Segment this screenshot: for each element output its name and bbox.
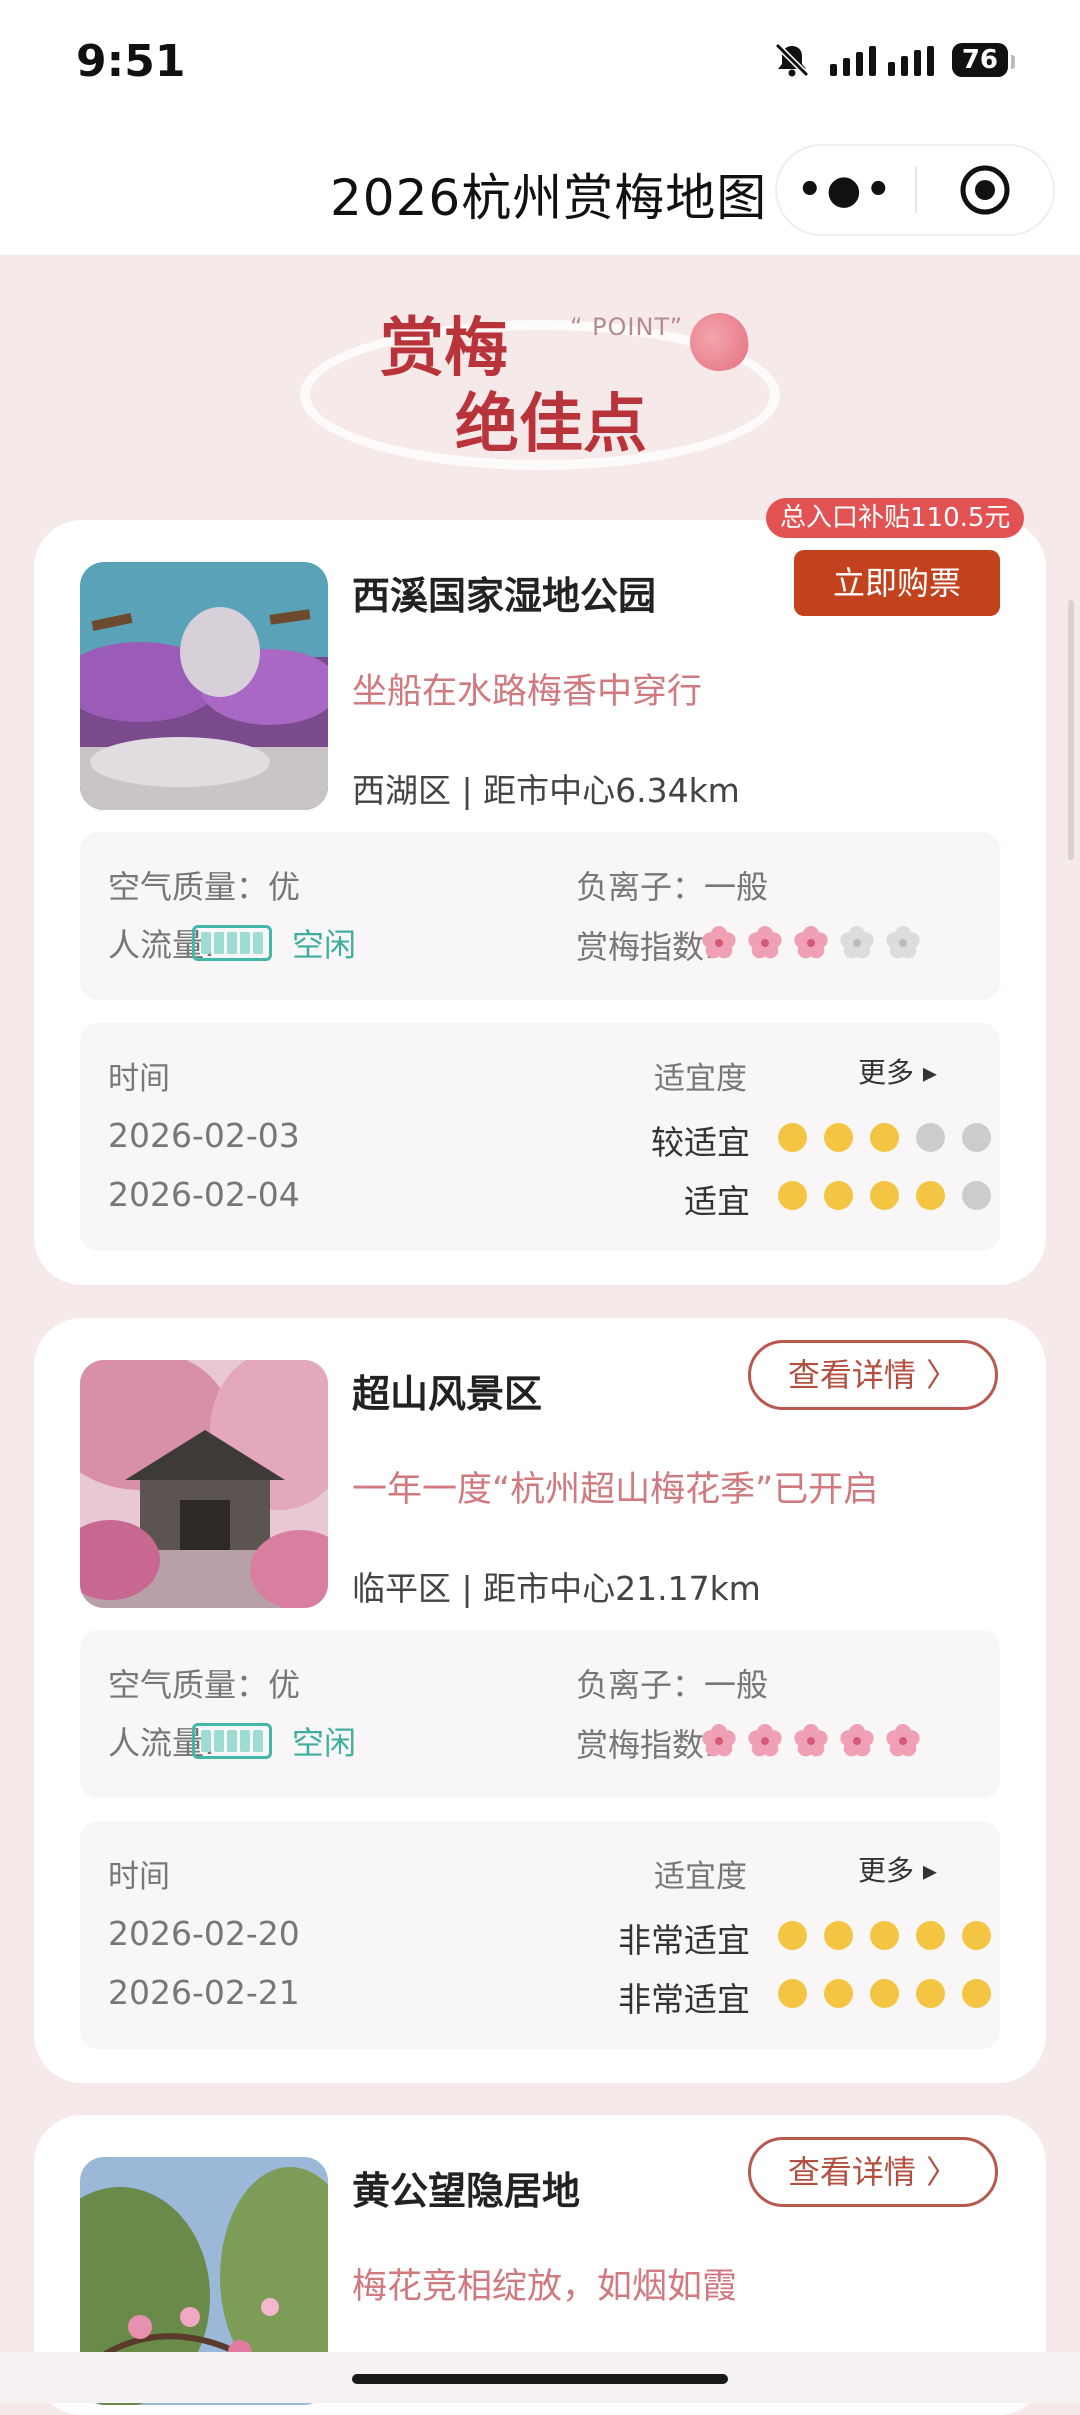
suitability-dot-filled — [962, 1921, 991, 1950]
signal-icon — [829, 44, 934, 76]
suitability-dots — [778, 1123, 991, 1152]
plum-index-rating — [700, 924, 922, 962]
suitability-dot-filled — [824, 1979, 853, 2008]
crowd-level-icon — [192, 925, 272, 961]
negative-ion: 负离子：一般 — [576, 1666, 769, 1704]
spot-thumbnail — [80, 562, 328, 810]
subsidy-badge: 总入口补贴110.5元 — [766, 498, 1025, 538]
page-title: 2026杭州赏梅地图 — [330, 169, 768, 227]
suitability-dot-filled — [870, 1979, 899, 2008]
suitability-dot-filled — [870, 1921, 899, 1950]
suitability-table: 时间 适宜度 更多 ▸ 2026-02-20 非常适宜 2026-02-21 非… — [80, 1821, 1000, 2049]
suitability-header: 适宜度 — [654, 1061, 747, 1097]
plum-blossom-icon-empty — [884, 924, 922, 962]
suitability-dots — [778, 1921, 991, 1950]
plum-blossom-icon-filled — [838, 1722, 876, 1760]
spot-name: 超山风景区 — [352, 1372, 543, 1416]
spot-location: 临平区 | 距市中心21.17km — [352, 1569, 761, 1608]
time-header: 时间 — [108, 1859, 170, 1895]
suitability-dot-filled — [870, 1123, 899, 1152]
spot-location: 西湖区 | 距市中心6.34km — [352, 771, 740, 810]
more-options-icon[interactable]: •●• — [777, 170, 915, 210]
row-level: 非常适宜 — [618, 1921, 750, 1960]
plum-blossom-icon-empty — [838, 924, 876, 962]
scrollbar[interactable] — [1068, 600, 1074, 860]
negative-ion: 负离子：一般 — [576, 868, 769, 906]
plum-blossom-icon-filled — [884, 1722, 922, 1760]
crowd-level-icon — [192, 1723, 272, 1759]
plum-blossom-icon-filled — [700, 924, 738, 962]
air-quality: 空气质量：优 — [108, 868, 301, 906]
suitability-dot-filled — [778, 1979, 807, 2008]
banner-point-label: “ POINT” — [570, 313, 684, 341]
spot-thumbnail — [80, 1360, 328, 1608]
section-banner: 赏梅 绝佳点 “ POINT” — [300, 285, 780, 485]
plum-blossom-icon-filled — [746, 924, 784, 962]
row-date: 2026-02-04 — [108, 1175, 300, 1214]
close-program-button[interactable] — [917, 163, 1053, 217]
plum-index-label: 赏梅指数: — [576, 928, 715, 966]
status-bar: 9:51 76 — [0, 0, 1080, 130]
suitability-dot-filled — [824, 1181, 853, 1210]
status-icons: 76 — [772, 40, 1016, 80]
suitability-header: 适宜度 — [654, 1859, 747, 1895]
row-level: 较适宜 — [651, 1123, 750, 1162]
suitability-dot-filled — [916, 1181, 945, 1210]
capsule-menu: •●• — [775, 144, 1055, 236]
row-date: 2026-02-20 — [108, 1914, 300, 1953]
suitability-dot-empty — [916, 1123, 945, 1152]
suitability-table: 时间 适宜度 更多 ▸ 2026-02-03 较适宜 2026-02-04 适宜 — [80, 1023, 1000, 1251]
suitability-dot-filled — [916, 1921, 945, 1950]
row-level: 适宜 — [684, 1182, 750, 1221]
banner-title-line2: 绝佳点 — [455, 387, 647, 462]
spot-description: 坐船在水路梅香中穿行 — [352, 672, 703, 712]
suitability-dot-filled — [824, 1921, 853, 1950]
view-details-button[interactable]: 查看详情 〉 — [748, 2137, 998, 2207]
row-date: 2026-02-21 — [108, 1973, 300, 2012]
plum-blossom-icon-filled — [700, 1722, 738, 1760]
time-header: 时间 — [108, 1061, 170, 1097]
suitability-dot-filled — [962, 1979, 991, 2008]
spot-card[interactable]: 总入口补贴110.5元 立即购票 西溪国家湿地公园 坐船在水路梅香中穿行 西湖区… — [34, 498, 1046, 1285]
suitability-dot-filled — [870, 1181, 899, 1210]
spot-description: 一年一度“杭州超山梅花季”已开启 — [352, 1470, 879, 1510]
home-indicator[interactable] — [352, 2374, 728, 2384]
spot-conditions: 空气质量：优 负离子：一般 人流量: 空闲 赏梅指数: — [80, 1630, 1000, 1798]
battery-icon: 76 — [951, 43, 1016, 77]
suitability-dots — [778, 1979, 991, 2008]
more-link[interactable]: 更多 ▸ — [858, 1849, 937, 1889]
suitability-dot-filled — [778, 1123, 807, 1152]
suitability-dot-filled — [778, 1181, 807, 1210]
suitability-dot-filled — [824, 1123, 853, 1152]
suitability-dots — [778, 1181, 991, 1210]
spot-name: 西溪国家湿地公园 — [352, 574, 657, 618]
spot-description: 梅花竞相绽放，如烟如霞 — [352, 2267, 738, 2307]
plum-blossom-icon-filled — [792, 924, 830, 962]
spot-conditions: 空气质量：优 负离子：一般 人流量: 空闲 赏梅指数: — [80, 832, 1000, 1000]
plum-index-label: 赏梅指数: — [576, 1726, 715, 1764]
spot-card[interactable]: 查看详情 〉 超山风景区 一年一度“杭州超山梅花季”已开启 临平区 | 距市中心… — [34, 1318, 1046, 2083]
row-level: 非常适宜 — [618, 1980, 750, 2019]
crowd-status: 空闲 — [292, 1724, 357, 1762]
air-quality: 空气质量：优 — [108, 1666, 301, 1704]
buy-ticket-button[interactable]: 立即购票 — [794, 550, 1000, 616]
bell-muted-icon — [774, 42, 809, 78]
row-date: 2026-02-03 — [108, 1116, 300, 1155]
mini-program-titlebar: 2026杭州赏梅地图 •●• — [0, 130, 1080, 255]
view-details-button[interactable]: 查看详情 〉 — [748, 1340, 998, 1410]
more-link[interactable]: 更多 ▸ — [858, 1051, 937, 1091]
status-time: 9:51 — [76, 36, 186, 87]
spot-name: 黄公望隐居地 — [352, 2169, 581, 2213]
crowd-status: 空闲 — [292, 926, 357, 964]
plum-blossom-icon-filled — [792, 1722, 830, 1760]
plum-blossom-icon-filled — [746, 1722, 784, 1760]
suitability-dot-filled — [778, 1921, 807, 1950]
target-icon — [960, 165, 1010, 215]
suitability-dot-filled — [916, 1979, 945, 2008]
plum-index-rating — [700, 1722, 922, 1760]
suitability-dot-empty — [962, 1123, 991, 1152]
suitability-dot-empty — [962, 1181, 991, 1210]
